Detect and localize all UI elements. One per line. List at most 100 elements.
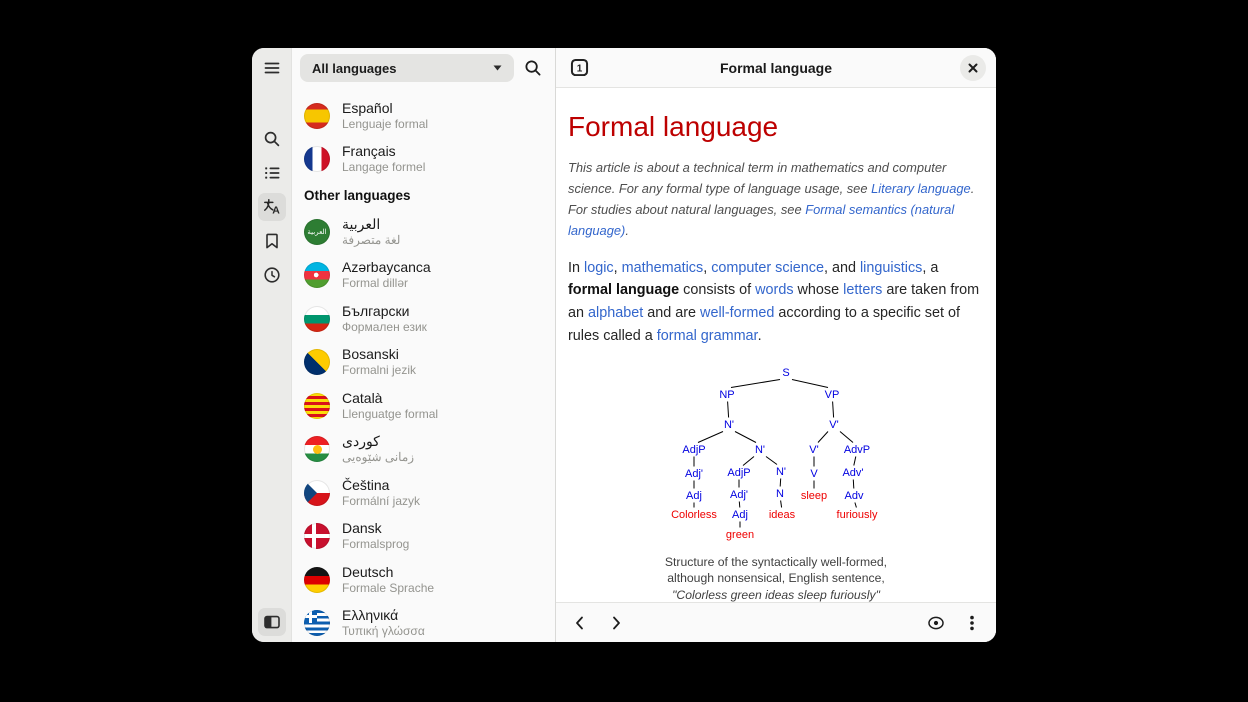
language-title: كوردی bbox=[342, 433, 414, 450]
language-flag-icon bbox=[304, 523, 330, 549]
language-title: العربية bbox=[342, 216, 400, 233]
language-title: Dansk bbox=[342, 520, 409, 537]
article-link[interactable]: formal grammar bbox=[657, 328, 758, 344]
language-item[interactable]: Čeština Formální jazyk bbox=[292, 471, 555, 515]
language-item[interactable]: Français Langage formel bbox=[292, 138, 555, 182]
language-panel: All languages Español Lenguaje formal Fr… bbox=[292, 48, 556, 642]
svg-text:N: N bbox=[776, 488, 784, 500]
text-run: "Colorless green ideas sleep furiously" bbox=[672, 588, 880, 602]
language-flag-icon bbox=[304, 103, 330, 129]
language-flag-icon bbox=[304, 436, 330, 462]
syntax-tree-figure[interactable]: SNPVPN'V'AdjPN'V'AdvPAdj'AdjPN'VAdv'AdjA… bbox=[568, 361, 984, 602]
language-item[interactable]: Español Lenguaje formal bbox=[292, 94, 555, 138]
language-item[interactable]: Català Llenguatge formal bbox=[292, 384, 555, 428]
reader-view-button[interactable] bbox=[924, 611, 948, 635]
sidebar-toggle-button[interactable] bbox=[258, 608, 286, 636]
rail-toc-button[interactable] bbox=[258, 159, 286, 187]
article-header-title: Formal language bbox=[720, 60, 832, 76]
close-button[interactable] bbox=[960, 55, 986, 81]
tab-overview-button[interactable]: 1 bbox=[566, 55, 592, 81]
language-subtitle: Formalni jezik bbox=[342, 363, 416, 378]
svg-text:A: A bbox=[272, 205, 280, 217]
language-subtitle: Llenguatge formal bbox=[342, 407, 438, 422]
eye-icon bbox=[926, 613, 946, 633]
svg-text:green: green bbox=[726, 529, 754, 541]
language-subtitle: Formal dillər bbox=[342, 276, 431, 291]
rail-history-button[interactable] bbox=[258, 261, 286, 289]
language-item[interactable]: Ελληνικά Τυπική γλώσσα bbox=[292, 602, 555, 643]
language-title: Čeština bbox=[342, 477, 420, 494]
svg-text:Colorless: Colorless bbox=[671, 509, 717, 521]
text-run: Structure of the syntactically well-form… bbox=[665, 555, 887, 569]
svg-text:AdjP: AdjP bbox=[682, 444, 705, 456]
back-button[interactable] bbox=[568, 611, 592, 635]
language-flag-icon bbox=[304, 610, 330, 636]
language-title: Ελληνικά bbox=[342, 607, 425, 624]
language-item[interactable]: Български Формален език bbox=[292, 297, 555, 341]
text-run: , bbox=[614, 260, 622, 276]
svg-text:sleep: sleep bbox=[801, 490, 827, 502]
article-link[interactable]: Literary language bbox=[871, 181, 971, 196]
language-subtitle: Формален език bbox=[342, 320, 427, 335]
language-search-button[interactable] bbox=[519, 54, 547, 82]
svg-text:Adj': Adj' bbox=[730, 489, 748, 501]
language-item[interactable]: كوردی زمانی شێوەیی bbox=[292, 428, 555, 472]
article-link[interactable]: alphabet bbox=[588, 305, 643, 321]
svg-text:furiously: furiously bbox=[837, 509, 878, 521]
history-icon bbox=[262, 265, 282, 285]
article-link[interactable]: words bbox=[755, 282, 793, 298]
language-item[interactable]: Azərbaycanca Formal dillər bbox=[292, 254, 555, 298]
hamburger-menu-button[interactable] bbox=[258, 54, 286, 82]
svg-text:V': V' bbox=[809, 444, 818, 456]
close-icon bbox=[967, 62, 979, 74]
rail-bookmarks-button[interactable] bbox=[258, 227, 286, 255]
bookmark-icon bbox=[262, 231, 282, 251]
svg-text:Adj: Adj bbox=[686, 490, 702, 502]
language-item[interactable]: العربية لغة متصرفة bbox=[292, 210, 555, 254]
language-item[interactable]: Deutsch Formale Sprache bbox=[292, 558, 555, 602]
rail-search-button[interactable] bbox=[258, 125, 286, 153]
language-filter-dropdown[interactable]: All languages bbox=[300, 54, 514, 82]
article-link[interactable]: mathematics bbox=[622, 260, 704, 276]
language-subtitle: Lenguaje formal bbox=[342, 117, 428, 132]
svg-text:ideas: ideas bbox=[769, 509, 796, 521]
language-title: Azərbaycanca bbox=[342, 259, 431, 276]
svg-text:Adv': Adv' bbox=[842, 467, 863, 479]
text-run: whose bbox=[794, 282, 844, 298]
rail-languages-button[interactable]: A bbox=[258, 193, 286, 221]
svg-text:V': V' bbox=[829, 419, 838, 431]
language-subtitle: Formale Sprache bbox=[342, 581, 434, 596]
language-flag-icon bbox=[304, 219, 330, 245]
language-title: Español bbox=[342, 100, 428, 117]
article-link[interactable]: computer science bbox=[711, 260, 824, 276]
text-run: formal language bbox=[568, 282, 679, 298]
article-link[interactable]: letters bbox=[843, 282, 882, 298]
article-link[interactable]: well-formed bbox=[700, 305, 774, 321]
search-icon bbox=[523, 58, 543, 78]
forward-button[interactable] bbox=[604, 611, 628, 635]
page-title: Formal language bbox=[568, 112, 984, 141]
article-paragraph: In logic, mathematics, computer science,… bbox=[568, 257, 984, 348]
language-item[interactable]: Bosanski Formalni jezik bbox=[292, 341, 555, 385]
language-item[interactable]: Dansk Formalsprog bbox=[292, 515, 555, 559]
article-link[interactable]: logic bbox=[584, 260, 614, 276]
article-content[interactable]: Formal language This article is about a … bbox=[556, 88, 996, 602]
article-link[interactable]: linguistics bbox=[860, 260, 922, 276]
text-run: , and bbox=[824, 260, 860, 276]
language-flag-icon bbox=[304, 262, 330, 288]
text-run: . bbox=[758, 328, 762, 344]
language-list[interactable]: Español Lenguaje formal Français Langage… bbox=[292, 88, 555, 642]
svg-text:NP: NP bbox=[719, 389, 734, 401]
kebab-menu-icon bbox=[962, 613, 982, 633]
language-subtitle: Formalsprog bbox=[342, 537, 409, 552]
text-run: consists of bbox=[679, 282, 755, 298]
svg-text:Adj': Adj' bbox=[685, 468, 703, 480]
language-filter-value: All languages bbox=[312, 61, 397, 76]
menu-button[interactable] bbox=[960, 611, 984, 635]
sidebar-toggle-icon bbox=[262, 612, 282, 632]
svg-text:AdvP: AdvP bbox=[844, 444, 870, 456]
svg-text:VP: VP bbox=[825, 389, 840, 401]
forward-icon bbox=[606, 613, 626, 633]
icon-rail: A bbox=[252, 48, 292, 642]
language-title: Bosanski bbox=[342, 346, 416, 363]
